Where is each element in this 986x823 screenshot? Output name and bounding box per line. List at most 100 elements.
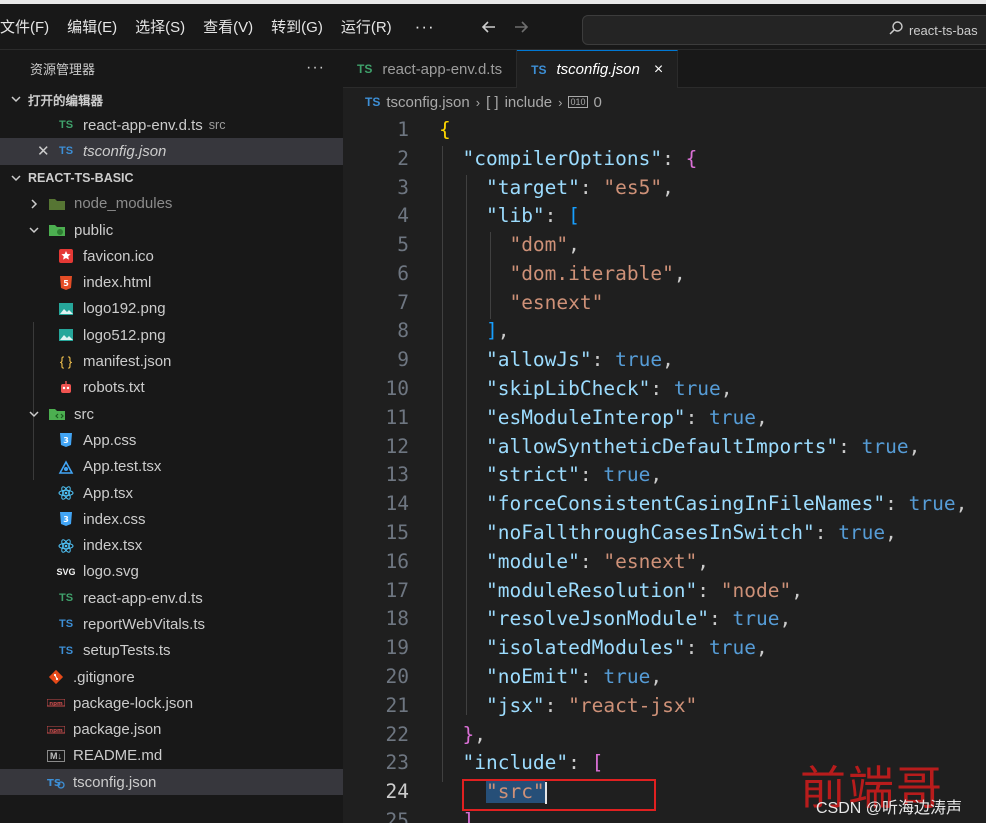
- tree-label: manifest.json: [83, 353, 172, 371]
- title-bar: 文件(F) 编辑(E) 选择(S) 查看(V) 转到(G) 运行(R) ··· …: [0, 0, 986, 50]
- code-line: "strict": true,: [485, 463, 663, 486]
- breadcrumb: TS tsconfig.json › [ ] include › 010 0: [343, 88, 986, 116]
- tree-file[interactable]: favicon.ico: [0, 243, 343, 269]
- tree-file[interactable]: App.test.tsx: [0, 454, 343, 480]
- watermark-credit: CSDN @听海边涛声: [816, 800, 963, 817]
- menu-run[interactable]: 运行(R): [332, 4, 401, 49]
- tree-file[interactable]: robots.txt: [0, 375, 343, 401]
- tree-file[interactable]: TS setupTests.ts: [0, 638, 343, 664]
- editor-tabs: TS react-app-env.d.ts TS tsconfig.json ×: [343, 50, 986, 88]
- tree-file[interactable]: 3 index.css: [0, 506, 343, 532]
- svg-text:npm: npm: [49, 728, 63, 734]
- npm-icon: npm: [47, 721, 65, 739]
- line-number: 3: [397, 176, 409, 199]
- close-icon[interactable]: ×: [654, 61, 663, 79]
- tab-react-app-env[interactable]: TS react-app-env.d.ts: [343, 50, 518, 88]
- npm-icon: npm: [47, 694, 65, 712]
- json-braces-icon: { }: [59, 354, 73, 370]
- line-number: 4: [397, 204, 409, 227]
- breadcrumb-index[interactable]: 0: [594, 94, 602, 111]
- tree-file[interactable]: { } manifest.json: [0, 348, 343, 374]
- menu-go[interactable]: 转到(G): [262, 4, 332, 49]
- tree-label: README.md: [73, 747, 163, 765]
- nav-arrows: [479, 17, 531, 37]
- back-arrow-icon[interactable]: [479, 17, 499, 37]
- tree-file[interactable]: index.tsx: [0, 532, 343, 558]
- line-number: 25: [385, 809, 409, 823]
- tree-file[interactable]: .gitignore: [0, 664, 343, 690]
- ts-blue-icon: TS: [58, 644, 74, 657]
- project-section[interactable]: REACT-TS-BASIC: [0, 165, 343, 191]
- search-icon: [888, 20, 904, 41]
- css3-icon: 3: [57, 431, 75, 449]
- code-line: "compilerOptions": {: [462, 147, 698, 170]
- folder-public-icon: [48, 221, 66, 239]
- menu-more-button[interactable]: ···: [401, 17, 449, 37]
- tree-label: package.json: [73, 721, 162, 739]
- tree-folder-src[interactable]: src: [0, 401, 343, 427]
- tree-file[interactable]: SVG logo.svg: [0, 559, 343, 585]
- line-number: 18: [385, 607, 409, 630]
- command-center-search[interactable]: react-ts-bas: [582, 15, 986, 45]
- menu-file[interactable]: 文件(F): [0, 4, 58, 49]
- tsconfig-icon: TS: [47, 773, 65, 791]
- tree-label: logo.svg: [83, 563, 139, 581]
- array-icon: [ ]: [486, 93, 499, 111]
- code-line: "noEmit": true,: [485, 665, 663, 688]
- forward-arrow-icon[interactable]: [511, 17, 531, 37]
- close-icon[interactable]: ✕: [37, 142, 50, 160]
- project-title: REACT-TS-BASIC: [28, 170, 134, 185]
- tree-file[interactable]: TS react-app-env.d.ts: [0, 585, 343, 611]
- tree-file[interactable]: npm package-lock.json: [0, 690, 343, 716]
- line-number: 16: [385, 550, 409, 573]
- tree-file[interactable]: M↓ README.md: [0, 743, 343, 769]
- menu-view[interactable]: 查看(V): [194, 4, 262, 49]
- svg-text:5: 5: [63, 279, 69, 288]
- open-editor-item[interactable]: TS react-app-env.d.ts src: [0, 112, 343, 138]
- tree-label: index.tsx: [83, 537, 143, 555]
- tree-folder-public[interactable]: public: [0, 217, 343, 243]
- tree-label: logo512.png: [83, 326, 166, 344]
- tree-file[interactable]: App.tsx: [0, 480, 343, 506]
- tree-label: tsconfig.json: [73, 773, 157, 791]
- tree-label: App.tsx: [83, 484, 134, 502]
- tree-label: setupTests.ts: [83, 642, 171, 660]
- editor-area: TS react-app-env.d.ts TS tsconfig.json ×…: [343, 50, 986, 823]
- tree-label: App.test.tsx: [83, 458, 162, 476]
- open-editors-section[interactable]: 打开的编辑器: [0, 86, 343, 112]
- tree-file[interactable]: 5 index.html: [0, 269, 343, 295]
- tree-file[interactable]: logo512.png: [0, 322, 343, 348]
- tab-tsconfig[interactable]: TS tsconfig.json ×: [517, 50, 679, 88]
- explorer-more-button[interactable]: ···: [306, 59, 325, 77]
- file-tree: node_modules public favicon.ico 5 index.…: [0, 191, 343, 796]
- line-number: 14: [385, 492, 409, 515]
- code-line: "dom.iterable",: [509, 262, 686, 285]
- tree-file[interactable]: npm package.json: [0, 717, 343, 743]
- tree-folder-node-modules[interactable]: node_modules: [0, 191, 343, 217]
- code-line: {: [439, 118, 451, 141]
- menu-selection[interactable]: 选择(S): [126, 4, 194, 49]
- folder-src-icon: [48, 405, 66, 423]
- code-editor[interactable]: 1 2 3 4 5 6 7 8 9 10 11 12 13 14 15 16 1…: [343, 116, 986, 823]
- breadcrumb-symbol[interactable]: include: [505, 94, 553, 111]
- tree-label: react-app-env.d.ts: [83, 589, 203, 607]
- line-number: 22: [385, 723, 409, 746]
- line-number: 8: [397, 319, 409, 342]
- tree-file[interactable]: logo192.png: [0, 296, 343, 322]
- line-number: 5: [397, 233, 409, 256]
- tree-file[interactable]: TS reportWebVitals.ts: [0, 611, 343, 637]
- tree-file[interactable]: 3 App.css: [0, 427, 343, 453]
- react-icon: [57, 484, 75, 502]
- favicon-icon: [57, 247, 75, 265]
- menu-edit[interactable]: 编辑(E): [58, 4, 126, 49]
- line-number: 6: [397, 262, 409, 285]
- search-text: react-ts-bas: [909, 22, 978, 38]
- tree-file-selected[interactable]: TS tsconfig.json: [0, 769, 343, 796]
- breadcrumb-separator: ›: [558, 94, 563, 110]
- ts-green-icon: TS: [58, 592, 74, 605]
- tsconfig-icon: TS: [58, 145, 74, 158]
- open-editor-item-active[interactable]: ✕ TS tsconfig.json: [0, 138, 343, 165]
- breadcrumb-file[interactable]: tsconfig.json: [386, 94, 469, 111]
- svg-text:3: 3: [63, 515, 69, 524]
- line-number: 1: [397, 118, 409, 141]
